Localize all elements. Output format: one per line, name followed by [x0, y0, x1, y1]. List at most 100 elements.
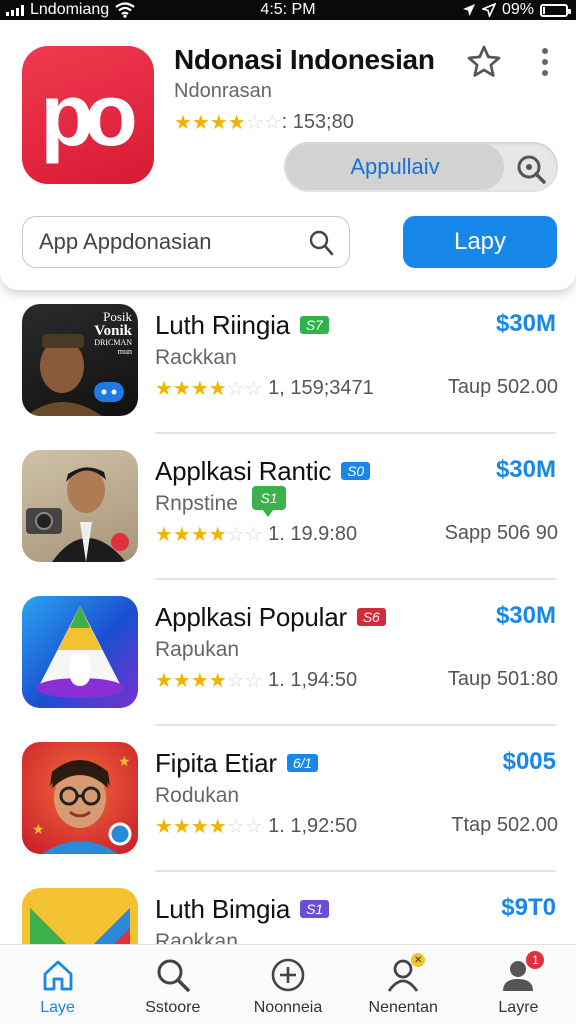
toggle-active-segment[interactable]: Appullaiv	[286, 144, 504, 190]
app-rating: ★★★★☆☆ : 153;80	[174, 110, 354, 135]
status-right: 09%	[462, 0, 571, 20]
app-name-text: Luth Riingia	[155, 310, 290, 340]
app-icon-logo: po	[40, 65, 137, 164]
rating-stars-icon: ★★★★☆☆	[155, 816, 263, 838]
app-name: Applkasi Popular S6	[155, 602, 386, 633]
list-item[interactable]: Applkasi Popular S6 $30M Rapukan ★★★★☆☆ 1…	[0, 582, 576, 728]
arrow-logo-icon	[36, 606, 124, 698]
app-price[interactable]: $30M	[496, 456, 556, 484]
thumb-text-1: Posik	[103, 309, 132, 324]
home-icon	[38, 955, 78, 995]
app-meta: Taup 502.00	[447, 376, 558, 398]
app-title: Ndonasi Indonesian	[174, 44, 435, 75]
app-meta: Ttap 502.00	[451, 814, 558, 836]
app-subtitle: Ndonrasan	[174, 80, 272, 102]
profile-icon: 1	[498, 951, 545, 995]
chat-badge-icon: S1	[252, 486, 286, 517]
rating-count: 1. 1,94:50	[268, 669, 358, 691]
rating-count: 1. 1,92:50	[268, 815, 358, 837]
battery-fill	[543, 6, 545, 14]
list-item[interactable]: Applkasi Rantic S0 $30M Rnpstine S1 ★★★★☆…	[0, 436, 576, 582]
app-developer: Rapukan	[155, 638, 240, 661]
app-meta: Taup 501:80	[447, 668, 558, 690]
primary-action-button[interactable]: Lapy	[403, 216, 557, 268]
tab-people[interactable]: ✕ Nenentan	[346, 945, 461, 1024]
tab-label: Laye	[40, 999, 75, 1016]
rating-count: 1, 159;3471	[268, 377, 374, 399]
bottom-tab-bar: Laye Sstoore Noonneia ✕ Nenentan 1 Layre	[0, 944, 576, 1024]
thumb-text-2: Vonik	[94, 322, 132, 339]
search-icon	[517, 155, 546, 184]
tab-add[interactable]: Noonneia	[230, 945, 345, 1024]
list-item[interactable]: Posik Vonik DRICMAN mun Luth Riingia S7 $…	[0, 290, 576, 436]
app-rating: ★★★★☆☆ 1. 1,92:50	[155, 814, 357, 839]
rating-stars-icon: ★★★★☆☆	[155, 378, 263, 400]
search-input[interactable]	[39, 229, 299, 255]
app-badge: S0	[341, 462, 370, 480]
rating-stars-icon: ★★★★☆☆	[155, 524, 263, 546]
search-icon	[153, 955, 193, 995]
app-name: Fipita Etiar 6/1	[155, 748, 318, 779]
rating-stars-icon: ★★★★☆☆	[155, 670, 263, 692]
search-icon[interactable]	[307, 229, 335, 257]
toggle-search-button[interactable]	[512, 150, 550, 188]
notification-badge: 1	[526, 951, 545, 969]
tab-label: Layre	[498, 999, 539, 1016]
avatar-image: ★ ★	[32, 753, 132, 854]
person-icon: ✕	[383, 953, 426, 995]
battery-icon	[540, 3, 571, 17]
app-badge: S6	[356, 608, 386, 626]
add-circle-icon	[268, 955, 308, 995]
notification-badge: ✕	[411, 953, 426, 967]
app-name-text: Applkasi Rantic	[155, 456, 332, 486]
app-price[interactable]: $9T0	[501, 894, 556, 922]
app-thumbnail[interactable]: ★ ★	[22, 742, 138, 854]
portrait-image	[26, 467, 129, 562]
app-thumbnail[interactable]	[22, 450, 138, 562]
svg-text:★: ★	[32, 821, 45, 837]
app-header-card: po Ndonasi Indonesian Ndonrasan ★★★★☆☆ :…	[0, 20, 576, 290]
app-developer: Rackkan	[155, 346, 237, 369]
thumb-text-4: mun	[117, 346, 132, 356]
list-item[interactable]: ★ ★ Fipita Etiar 6/1 $005 Rodukan ★★★★☆☆ …	[0, 728, 576, 874]
rating-stars-icon: ★★★★☆☆	[174, 112, 282, 134]
divider	[155, 724, 556, 726]
app-price[interactable]: $30M	[496, 310, 556, 338]
tab-label: Sstoore	[145, 999, 201, 1016]
app-price[interactable]: $005	[503, 748, 556, 776]
app-thumbnail[interactable]	[22, 596, 138, 708]
rating-count: : 153;80	[281, 111, 354, 133]
app-meta: Sapp 506 90	[444, 522, 558, 544]
app-rating: ★★★★☆☆ 1, 159;3471	[155, 376, 374, 401]
battery-percent: 09%	[501, 1, 534, 18]
app-price[interactable]: $30M	[496, 602, 556, 630]
app-badge: S1	[300, 900, 329, 918]
app-icon[interactable]: po	[22, 46, 154, 184]
app-rating: ★★★★☆☆ 1. 1,94:50	[155, 668, 357, 693]
tab-home[interactable]: Laye	[0, 945, 115, 1024]
app-badge: S7	[299, 316, 329, 334]
app-developer: Rodukan	[155, 784, 240, 807]
tab-label: Nenentan	[368, 999, 438, 1016]
app-rating: ★★★★☆☆ 1. 19.9:80	[155, 522, 357, 547]
app-badge: 6/1	[286, 754, 318, 772]
tab-profile[interactable]: 1 Layre	[461, 945, 576, 1024]
tab-search[interactable]: Sstoore	[115, 945, 230, 1024]
divider	[155, 870, 556, 872]
more-options-button[interactable]	[532, 42, 558, 82]
status-bar: Lndomiang 4:5: PM 09%	[0, 0, 576, 20]
favorite-star-button[interactable]	[464, 42, 504, 82]
app-developer: Rnpstine	[155, 492, 238, 515]
rating-count: 1. 19.9:80	[268, 523, 358, 545]
tab-label: Noonneia	[253, 999, 323, 1016]
app-name: Applkasi Rantic S0	[155, 456, 370, 487]
divider	[155, 578, 556, 580]
app-name: Luth Bimgia S1	[155, 894, 329, 925]
app-name-text: Luth Bimgia	[155, 894, 291, 924]
app-name-text: Applkasi Popular	[155, 602, 347, 632]
svg-text:★: ★	[118, 753, 131, 769]
app-thumbnail[interactable]: Posik Vonik DRICMAN mun	[22, 304, 138, 416]
divider	[155, 432, 556, 434]
app-name-text: Fipita Etiar	[155, 748, 277, 778]
search-field[interactable]	[22, 216, 350, 268]
